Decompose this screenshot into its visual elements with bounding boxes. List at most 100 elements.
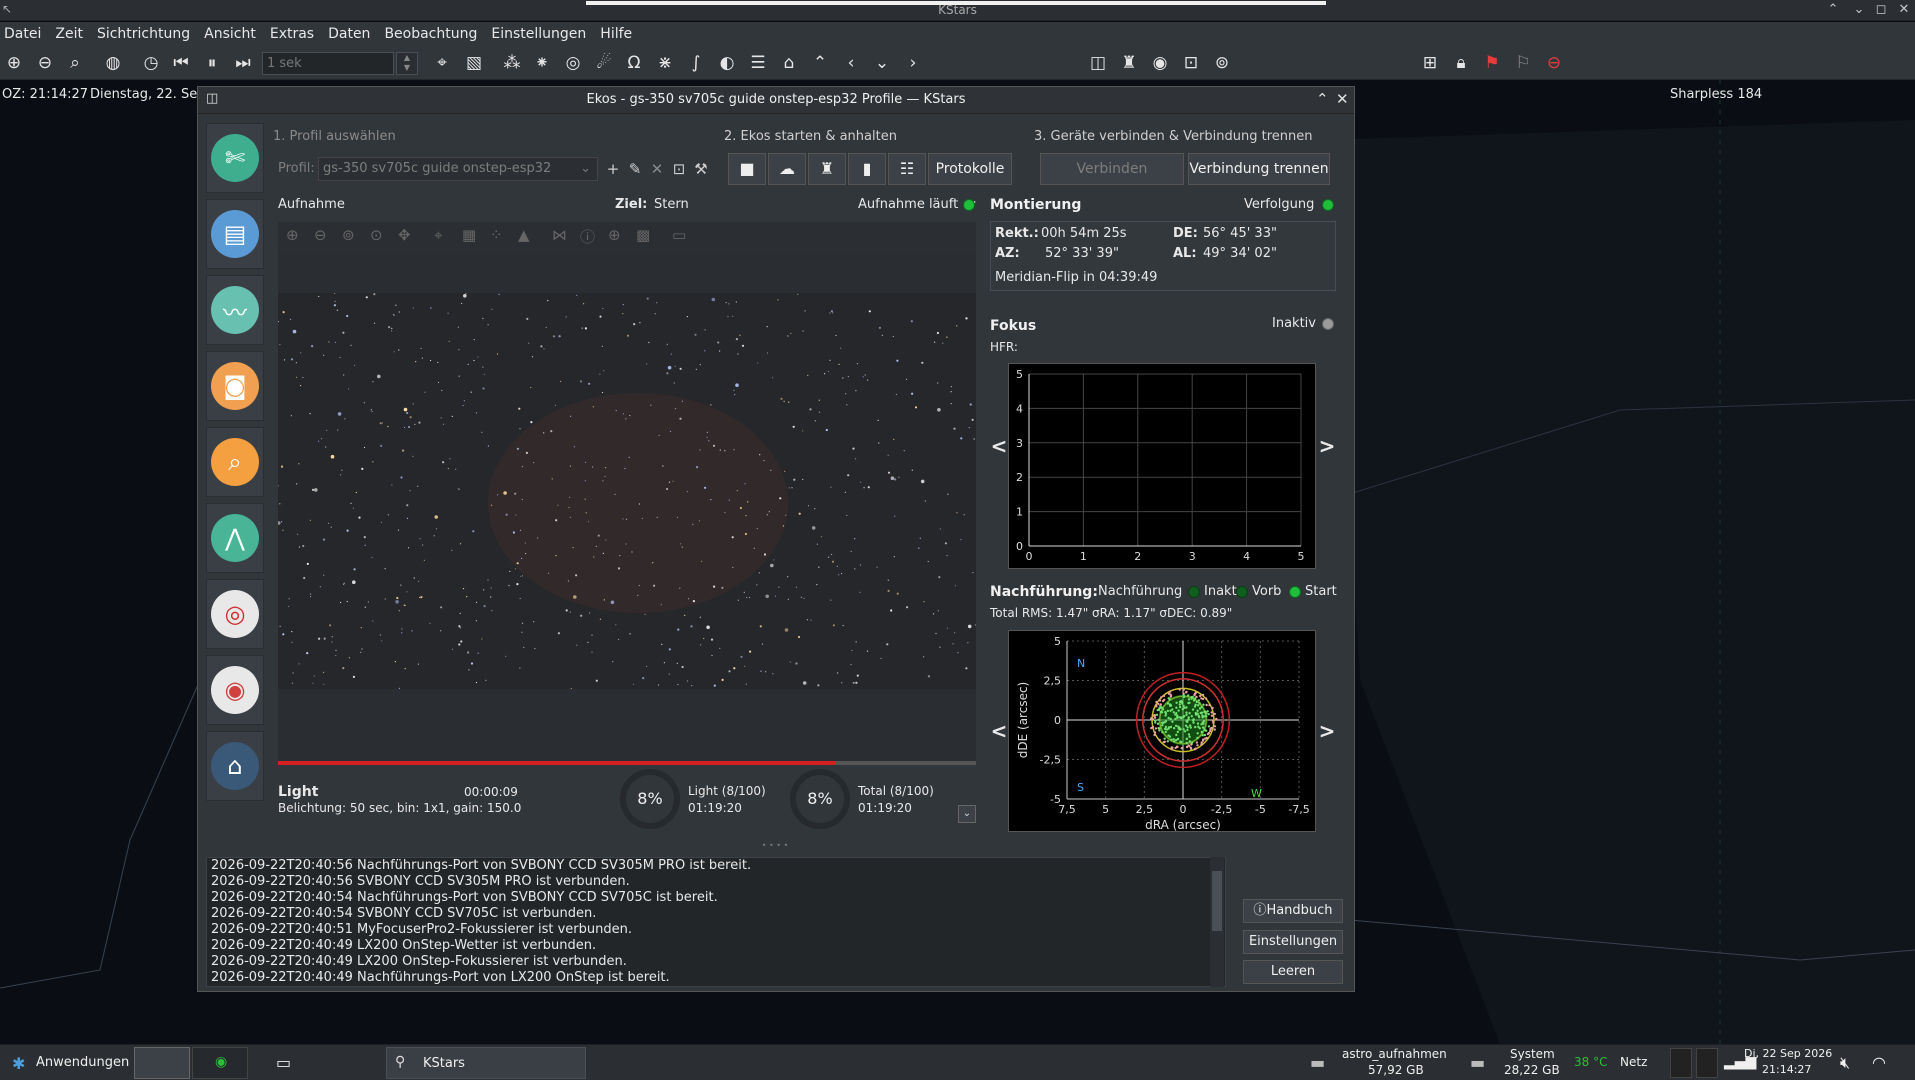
menu-zeit[interactable]: Zeit <box>55 26 83 42</box>
clock-date[interactable]: Di, 22 Sep 2026 <box>1744 1047 1832 1060</box>
wizard-icon[interactable]: ⚒ <box>690 157 712 181</box>
tab-observatory[interactable]: ⌂ <box>206 731 264 801</box>
zoom-in-icon[interactable]: ⊕ <box>286 226 299 244</box>
image-icon[interactable]: ▧ <box>462 51 486 75</box>
ekos-icon[interactable]: ◫ <box>1086 51 1110 75</box>
eye-icon[interactable]: ◉ <box>1148 51 1172 75</box>
maximize-icon[interactable]: ⌄ <box>1848 1 1870 19</box>
drift-plot[interactable]: 7,5 5 2,5 0 -2,5 -5 -7,5 5 2,5 0 -2,5 -5 N S WdRA (arc… <box>1008 630 1316 832</box>
indi-control-button[interactable]: ♜ <box>808 153 846 185</box>
tab-capture[interactable]: ◙ <box>206 351 264 421</box>
menu-hilfe[interactable]: Hilfe <box>600 26 632 42</box>
focus-next-button[interactable]: > <box>1318 363 1336 529</box>
horizon-icon[interactable]: ◐ <box>715 51 739 75</box>
menu-beobachtung[interactable]: Beobachtung <box>384 26 477 42</box>
ekos-minimize-icon[interactable]: ⌃ <box>1316 90 1329 108</box>
magnifier-icon[interactable]: ⊚ <box>1210 51 1234 75</box>
menu-einstellungen[interactable]: Einstellungen <box>491 26 586 42</box>
stop-ekos-button[interactable]: ■ <box>728 153 766 185</box>
galaxy-icon[interactable]: ⁕ <box>530 51 554 75</box>
pager-desktop-1[interactable] <box>134 1047 190 1079</box>
focus-prev-button[interactable]: < <box>990 363 1008 529</box>
menu-sichtrichtung[interactable]: Sichtrichtung <box>97 26 190 42</box>
apps-icon[interactable]: ✱ <box>12 1054 25 1073</box>
wifi-icon[interactable]: ◠ <box>1872 1053 1886 1072</box>
pause-icon[interactable]: ⏸ <box>200 51 224 75</box>
stop-icon[interactable]: ⊖ <box>1542 51 1566 75</box>
guide-next-button[interactable]: > <box>1318 630 1336 832</box>
handbook-button[interactable]: ⓘHandbuch <box>1243 899 1343 923</box>
guide-prev-button[interactable]: < <box>990 630 1008 832</box>
south-icon[interactable]: ⌄ <box>870 51 894 75</box>
flag-light-icon[interactable]: ♜ <box>1117 51 1141 75</box>
disconnect-button[interactable]: Verbindung trennen <box>1188 153 1330 185</box>
display-icon[interactable]: ▭ <box>672 226 686 244</box>
target-icon[interactable]: ⊕ <box>608 226 621 244</box>
zenith-icon[interactable]: ⌃ <box>808 51 832 75</box>
edit-profile-icon[interactable]: ✎ <box>624 157 646 181</box>
add-profile-icon[interactable]: + <box>602 157 624 181</box>
menu-extras[interactable]: Extras <box>270 26 314 42</box>
clock-time[interactable]: 21:14:27 <box>1762 1063 1811 1076</box>
fov-icon[interactable]: ⊡ <box>1179 51 1203 75</box>
tab-guide[interactable]: ◉ <box>206 655 264 725</box>
grid-icon[interactable]: ▦ <box>462 226 476 244</box>
minimize-icon[interactable]: ⌃ <box>1822 1 1844 19</box>
milkyway-icon[interactable]: ∫ <box>684 51 708 75</box>
stars-icon[interactable]: ⁂ <box>500 51 524 75</box>
layout-icon[interactable]: ⊞ <box>1418 51 1442 75</box>
tab-analyze[interactable]: 〰 <box>206 275 264 345</box>
clear-button[interactable]: Leeren <box>1243 960 1343 984</box>
tab-focus[interactable]: ⌕ <box>206 427 264 497</box>
zoom-default-icon[interactable]: ⊚ <box>342 226 355 244</box>
globe-icon[interactable]: ◍ <box>101 51 125 75</box>
info-icon[interactable]: ⓘ <box>580 226 595 247</box>
search-icon[interactable]: ⌕ <box>63 51 87 75</box>
task-kstars[interactable]: ⚲ KStars <box>386 1047 586 1079</box>
tab-align[interactable]: ◎ <box>206 579 264 649</box>
flag-icon[interactable]: ⚐ <box>1511 51 1535 75</box>
pager-desktop-2[interactable]: ◉ <box>192 1047 248 1079</box>
target-icon[interactable]: ◎ <box>561 51 585 75</box>
zoom-in-icon[interactable]: ⊕ <box>2 51 26 75</box>
log-scroll-thumb[interactable] <box>1212 871 1222 931</box>
ekos-close-icon[interactable]: ✕ <box>1336 90 1349 108</box>
log-panel[interactable]: 2026-09-22T20:40:56 Nachführungs-Port vo… <box>206 857 1226 987</box>
log-scrollbar[interactable] <box>1210 857 1224 987</box>
tab-scheduler[interactable]: ▤ <box>206 199 264 269</box>
stars-icon[interactable]: ⁘ <box>490 226 503 244</box>
delete-profile-icon[interactable]: ✕ <box>646 157 668 181</box>
connect-button[interactable]: Verbinden <box>1040 153 1184 185</box>
close-icon[interactable]: ✕ <box>1893 1 1915 19</box>
home-icon[interactable]: ⌂ <box>777 51 801 75</box>
profile-wizard-icon[interactable]: ⊡ <box>668 157 690 181</box>
skip-back-icon[interactable]: ⏮ <box>169 51 193 75</box>
skip-forward-icon[interactable]: ⏭ <box>231 51 255 75</box>
restore-icon[interactable]: ◻ <box>1870 1 1892 19</box>
pan-icon[interactable]: ✥ <box>398 226 411 244</box>
splitter-handle[interactable]: • • • • <box>206 841 1344 851</box>
tab-setup[interactable]: ✄ <box>206 123 264 193</box>
comet-icon[interactable]: ☄ <box>592 51 616 75</box>
east-icon[interactable]: › <box>901 51 925 75</box>
time-step-field[interactable]: 1 sek <box>262 52 394 75</box>
hfr-plot[interactable]: 0 1 2 3 4 5 0 1 2 3 4 5 <box>1008 363 1316 569</box>
crosshair-icon[interactable]: ⌖ <box>434 226 442 244</box>
menu-datei[interactable]: Datei <box>4 26 41 42</box>
device-manager-button[interactable]: ▮ <box>848 153 886 185</box>
lock-icon[interactable]: 🔒︎ <box>1449 51 1473 75</box>
show-desktop-icon[interactable]: ▭ <box>276 1053 291 1072</box>
zoom-fit-icon[interactable]: ⊙ <box>370 226 383 244</box>
logs-button[interactable]: Protokolle ... <box>928 153 1012 207</box>
profile-select[interactable]: gs-350 sv705c guide onstep-esp32 ⌄ <box>318 157 598 181</box>
crosshair-icon[interactable]: ⌖ <box>430 51 454 75</box>
time-step-spinner[interactable]: ▲ ▼ <box>396 52 418 75</box>
bayer-icon[interactable]: ⋈ <box>552 226 567 244</box>
pixelgrid-icon[interactable]: ▩ <box>636 226 650 244</box>
menu-daten[interactable]: Daten <box>328 26 370 42</box>
ground-icon[interactable]: ☰ <box>746 51 770 75</box>
expand-button[interactable]: ⌄ <box>958 805 976 823</box>
lines-icon[interactable]: ⋇ <box>653 51 677 75</box>
menu-ansicht[interactable]: Ansicht <box>204 26 256 42</box>
options-button[interactable]: ☷ <box>888 153 926 185</box>
